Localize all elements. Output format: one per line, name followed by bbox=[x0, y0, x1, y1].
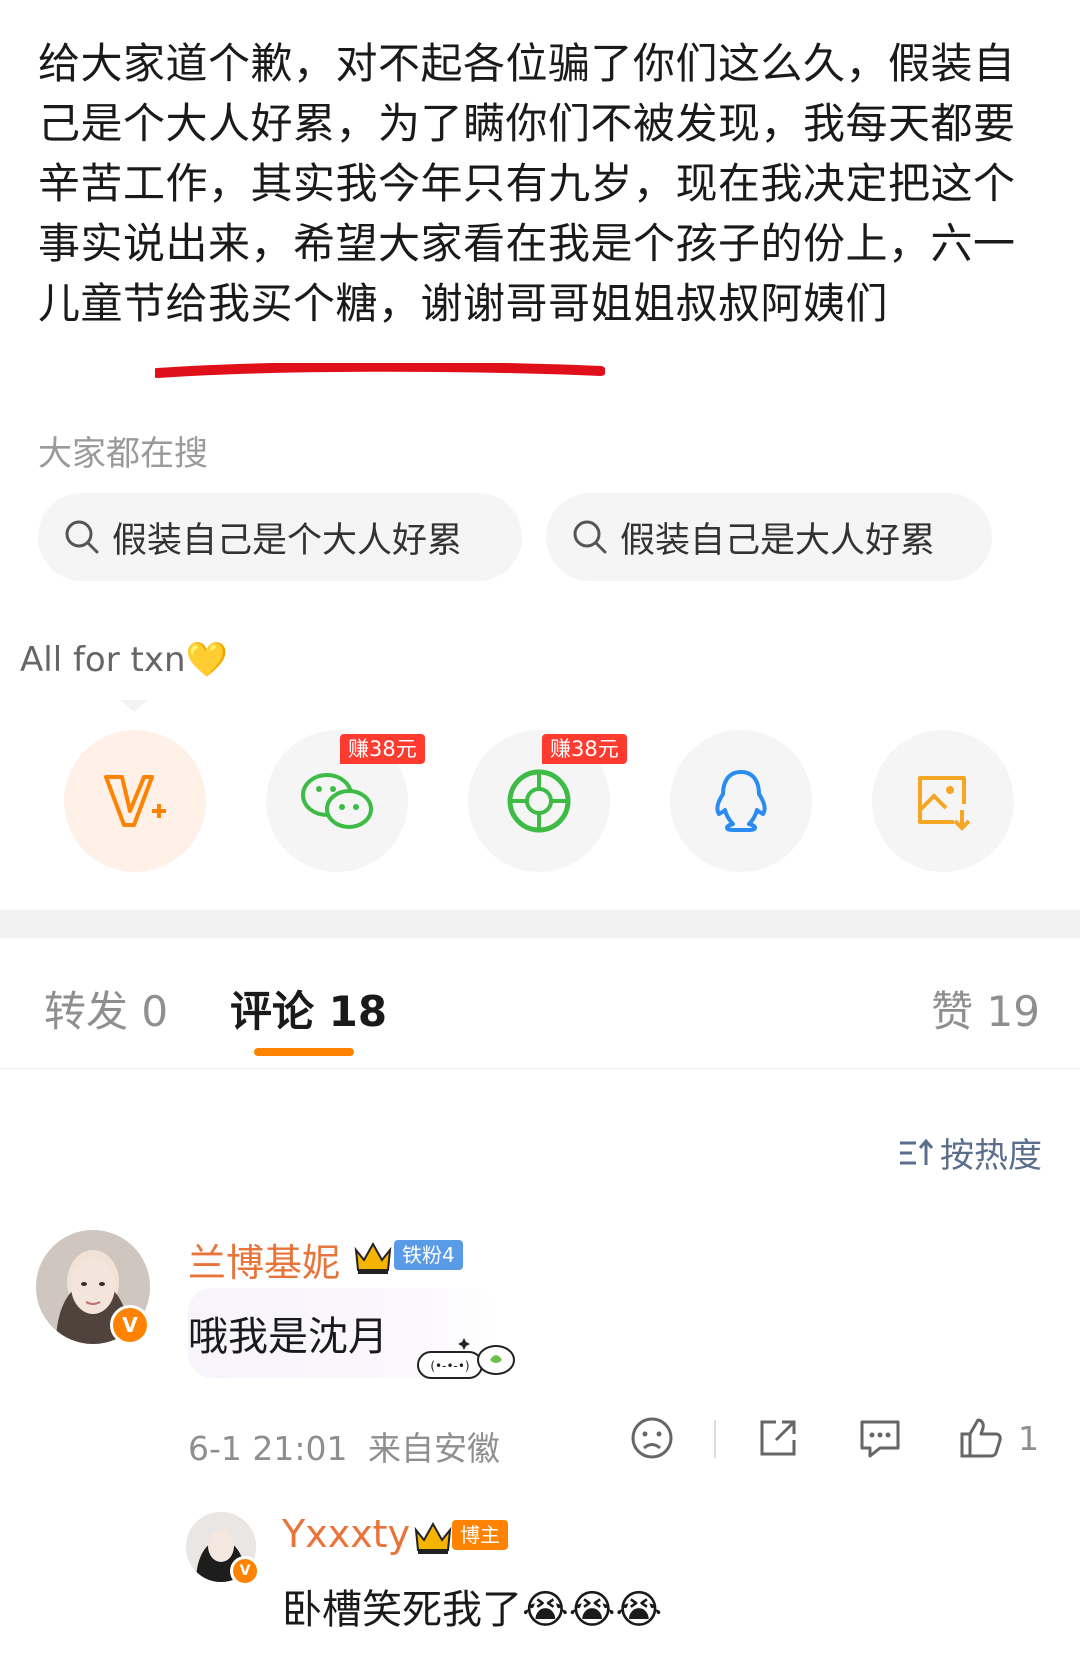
comment-username[interactable]: 兰博基妮 bbox=[188, 1232, 340, 1287]
search-icon bbox=[573, 520, 607, 554]
verified-badge: V bbox=[110, 1305, 150, 1345]
wechat-icon bbox=[301, 773, 373, 829]
search-chip[interactable]: 假装自己是个大人好累 bbox=[38, 493, 522, 581]
like-count: 1 bbox=[1018, 1418, 1039, 1458]
v-plus-icon bbox=[104, 775, 166, 827]
verified-badge: V bbox=[230, 1556, 260, 1586]
comment-meta: 6-1 21:01 来自安徽 bbox=[188, 1422, 500, 1470]
sort-icon bbox=[900, 1138, 934, 1165]
post-text: 给大家道个歉，对不起各位骗了你们这么久，假装自己是个大人好累，为了瞒你们不被发现… bbox=[38, 39, 1016, 328]
v-plus-share-button[interactable] bbox=[64, 730, 206, 872]
crown-icon bbox=[354, 1241, 392, 1274]
tab-likes[interactable]: 赞 19 bbox=[931, 978, 1040, 1039]
sticker-icon: (•-•-•) bbox=[417, 1338, 515, 1379]
qq-share-button[interactable] bbox=[670, 730, 812, 872]
sort-label: 按热度 bbox=[940, 1136, 1042, 1176]
tab-likes-count: 19 bbox=[986, 987, 1040, 1036]
share-icon bbox=[760, 1420, 796, 1456]
save-image-button[interactable] bbox=[872, 730, 1014, 872]
qq-icon bbox=[715, 770, 767, 832]
reply-username[interactable]: Yxxxty bbox=[282, 1512, 410, 1556]
comment-text-content: 哦我是沈月 bbox=[188, 1314, 388, 1360]
tab-repost[interactable]: 转发 0 bbox=[44, 978, 168, 1039]
sad-face-icon bbox=[631, 1417, 673, 1459]
earn-badge: 赚38元 bbox=[542, 734, 627, 764]
share-comment-button[interactable] bbox=[756, 1416, 800, 1460]
tab-repost-count: 0 bbox=[141, 987, 169, 1036]
active-tab-indicator bbox=[254, 1048, 354, 1056]
tab-likes-label: 赞 bbox=[931, 987, 974, 1036]
share-tip-bubble: All for txn💛 bbox=[20, 640, 228, 680]
sticker-text: (•-•-•) bbox=[430, 1359, 469, 1373]
reply-button[interactable] bbox=[858, 1416, 902, 1460]
tab-comments-count: 18 bbox=[328, 987, 388, 1036]
tabs-divider bbox=[0, 1068, 1080, 1069]
search-chip[interactable]: 假装自己是大人好累 bbox=[546, 493, 992, 581]
comment-icon bbox=[860, 1420, 900, 1458]
reply-text: 卧槽笑死我了😭😭😭 bbox=[282, 1587, 663, 1633]
tab-comments-label: 评论 bbox=[230, 987, 315, 1036]
sort-by-hot-button[interactable]: 按热度 bbox=[898, 1128, 1042, 1177]
tab-repost-label: 转发 bbox=[44, 987, 129, 1036]
comment-location: 来自安徽 bbox=[368, 1429, 500, 1468]
save-image-icon bbox=[918, 776, 971, 831]
search-icon bbox=[65, 520, 99, 554]
comment-time: 6-1 21:01 bbox=[188, 1429, 348, 1468]
author-badge: 博主 bbox=[452, 1520, 508, 1550]
fan-level-badge: 铁粉4 bbox=[394, 1240, 463, 1270]
thumbs-up-icon bbox=[960, 1418, 1002, 1458]
dislike-button[interactable] bbox=[630, 1416, 674, 1460]
search-suggestions-heading: 大家都在搜 bbox=[38, 434, 208, 474]
section-divider bbox=[0, 910, 1080, 938]
action-separator bbox=[714, 1420, 716, 1458]
red-underline-mark bbox=[155, 363, 605, 378]
bubble-tail bbox=[120, 700, 148, 712]
search-chip-label: 假装自己是个大人好累 bbox=[112, 520, 463, 561]
moments-icon bbox=[507, 769, 571, 833]
like-button[interactable]: 1 bbox=[958, 1416, 1039, 1460]
search-chip-label: 假装自己是大人好累 bbox=[620, 520, 936, 561]
crown-icon bbox=[414, 1521, 452, 1554]
tab-comments[interactable]: 评论 18 bbox=[230, 978, 387, 1039]
earn-badge: 赚38元 bbox=[340, 734, 425, 764]
